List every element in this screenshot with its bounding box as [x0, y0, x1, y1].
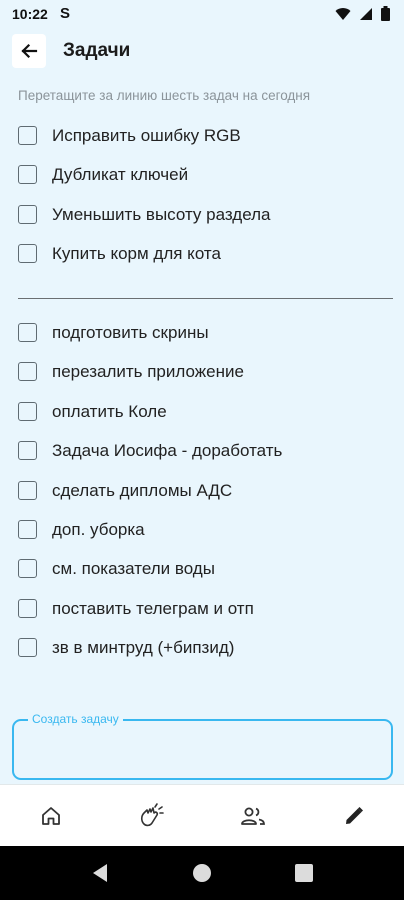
- task-label: Задача Иосифа - доработать: [52, 441, 283, 461]
- wifi-icon: [335, 7, 351, 20]
- nav-home-button[interactable]: [0, 785, 101, 847]
- task-label: подготовить скрины: [52, 323, 209, 342]
- status-icons: [335, 6, 390, 21]
- task-item[interactable]: см. показатели воды: [0, 550, 404, 589]
- status-time: 10:22: [12, 6, 48, 22]
- task-label: Купить корм для кота: [52, 244, 221, 264]
- create-task-field[interactable]: Создать задачу: [12, 712, 393, 780]
- system-recents-icon[interactable]: [295, 863, 313, 883]
- task-item[interactable]: поставить телеграм и отп: [0, 590, 404, 629]
- status-bar: 10:22 S: [0, 0, 404, 28]
- nav-hands-button[interactable]: [101, 785, 202, 847]
- back-button[interactable]: [12, 34, 46, 68]
- task-item[interactable]: доп. уборка: [0, 511, 404, 550]
- task-checkbox[interactable]: [18, 480, 37, 500]
- task-checkbox[interactable]: [18, 559, 37, 579]
- task-checkbox[interactable]: [18, 244, 37, 264]
- task-label: Уменьшить высоту раздела: [52, 204, 271, 224]
- task-item[interactable]: зв в минтруд (+бипзид): [0, 629, 404, 668]
- page-title: Задачи: [63, 40, 131, 61]
- pencil-icon: [345, 807, 363, 824]
- battery-icon: [381, 6, 390, 21]
- task-item[interactable]: сделать дипломы АДС: [0, 472, 404, 511]
- task-label: оплатить Коле: [52, 401, 167, 421]
- system-nav-bar: [0, 846, 404, 900]
- hands-icon: [140, 803, 164, 827]
- task-item[interactable]: перезалить приложение: [0, 353, 404, 392]
- system-home-icon[interactable]: [192, 863, 212, 883]
- task-item[interactable]: Исправить ошибку RGB: [0, 117, 404, 156]
- today-task-list: Исправить ошибку RGB Дубликат ключей Уме…: [0, 117, 404, 275]
- task-label: зв в минтруд (+бипзид): [52, 638, 235, 658]
- signal-icon: [360, 7, 372, 20]
- nav-edit-button[interactable]: [303, 785, 404, 847]
- task-label: поставить телеграм и отп: [52, 598, 254, 618]
- task-item[interactable]: подготовить скрины: [0, 314, 404, 353]
- task-label: сделать дипломы АДС: [52, 480, 233, 500]
- arrow-left-icon: [21, 43, 38, 59]
- task-label: доп. уборка: [52, 519, 145, 539]
- instruction-hint: Перетащите за линию шесть задач на сегод…: [18, 88, 311, 103]
- task-label: Исправить ошибку RGB: [52, 126, 241, 145]
- task-checkbox[interactable]: [18, 323, 37, 342]
- today-divider-handle[interactable]: [18, 298, 393, 299]
- task-item[interactable]: оплатить Коле: [0, 393, 404, 432]
- home-icon: [41, 807, 60, 825]
- create-task-label: Создать задачу: [28, 712, 123, 726]
- task-checkbox[interactable]: [18, 441, 37, 461]
- task-checkbox[interactable]: [18, 519, 37, 539]
- task-checkbox[interactable]: [18, 126, 37, 145]
- other-task-list: подготовить скрины перезалить приложение…: [0, 314, 404, 669]
- task-item[interactable]: Уменьшить высоту раздела: [0, 196, 404, 235]
- task-checkbox[interactable]: [18, 204, 37, 224]
- system-back-icon[interactable]: [91, 863, 109, 883]
- task-checkbox[interactable]: [18, 638, 37, 658]
- task-label: Дубликат ключей: [52, 165, 189, 185]
- task-checkbox[interactable]: [18, 598, 37, 618]
- task-checkbox[interactable]: [18, 165, 37, 185]
- task-item[interactable]: Дубликат ключей: [0, 156, 404, 195]
- app-bar: Задачи: [0, 28, 404, 74]
- task-label: см. показатели воды: [52, 559, 215, 579]
- people-icon: [240, 807, 265, 825]
- nav-people-button[interactable]: [202, 785, 303, 847]
- task-checkbox[interactable]: [18, 401, 37, 421]
- task-item[interactable]: Задача Иосифа - доработать: [0, 432, 404, 471]
- notification-s-icon: S: [60, 5, 71, 22]
- task-checkbox[interactable]: [18, 362, 37, 382]
- task-label: перезалить приложение: [52, 362, 244, 382]
- task-item[interactable]: Купить корм для кота: [0, 235, 404, 274]
- bottom-nav: [0, 784, 404, 847]
